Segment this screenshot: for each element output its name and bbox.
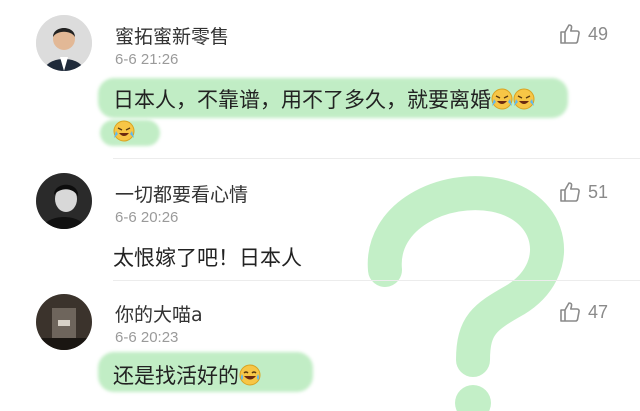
avatar[interactable] (36, 15, 92, 71)
crying-laughing-emoji (113, 120, 135, 142)
crying-laughing-emoji (491, 88, 513, 110)
comment-text: 还是找活好的 (113, 360, 261, 390)
comment-item: 你的大喵a 6-6 20:23 47 还是找活好的 (0, 280, 640, 411)
comment-time: 6-6 21:26 (115, 51, 179, 68)
thumbs-up-icon (558, 300, 582, 324)
divider (113, 158, 640, 159)
avatar[interactable] (36, 173, 92, 229)
comment-author[interactable]: 一切都要看心情 (115, 180, 248, 207)
like-button[interactable]: 47 (558, 300, 608, 324)
thumbs-up-icon (558, 22, 582, 46)
comment-time: 6-6 20:26 (115, 209, 179, 226)
thumbs-up-icon (558, 180, 582, 204)
like-count: 47 (588, 301, 609, 322)
comment-text-continued (113, 120, 135, 144)
avatar[interactable] (36, 294, 92, 350)
comment-author[interactable]: 蜜拓蜜新零售 (115, 22, 229, 49)
comment-author[interactable]: 你的大喵a (115, 300, 203, 327)
comment-text: 日本人，不靠谱，用不了多久，就要离婚 (113, 84, 535, 114)
comment-text: 太恨嫁了吧！日本人 (113, 246, 302, 270)
like-button[interactable]: 51 (558, 180, 608, 204)
like-count: 49 (588, 23, 609, 44)
crying-laughing-emoji (513, 88, 535, 110)
comment-time: 6-6 20:23 (115, 329, 179, 346)
comment-item: 一切都要看心情 6-6 20:26 51 太恨嫁了吧！日本人 (0, 160, 640, 281)
like-count: 51 (588, 181, 609, 202)
like-button[interactable]: 49 (558, 22, 608, 46)
comment-item: 蜜拓蜜新零售 6-6 21:26 49 日本人，不靠谱，用不了多久，就要离婚 (0, 0, 640, 160)
tears-of-joy-emoji (239, 364, 261, 386)
